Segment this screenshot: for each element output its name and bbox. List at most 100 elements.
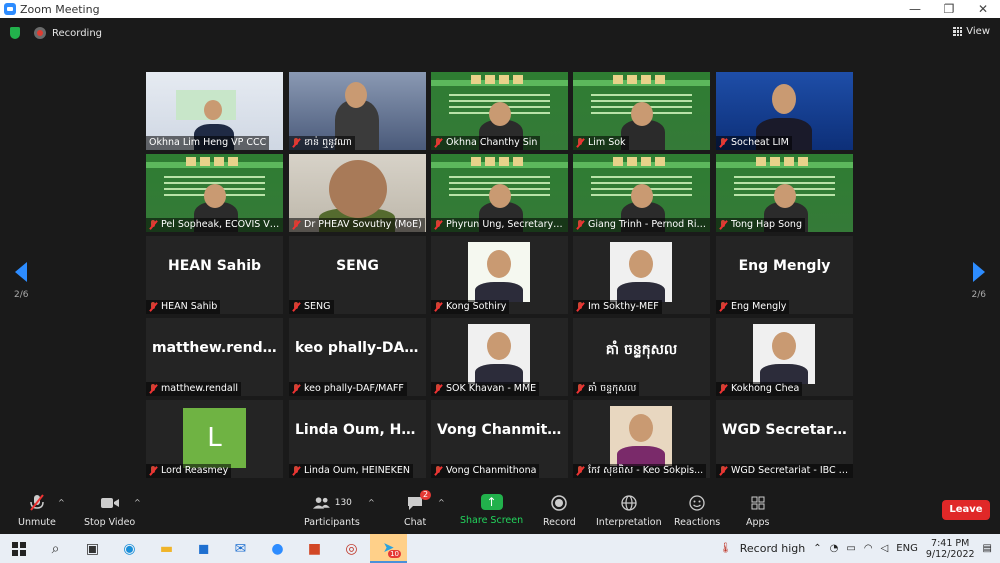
record-label: Record [543, 517, 576, 528]
mic-muted-icon [719, 138, 727, 148]
participant-tile[interactable]: Phyrun Ung, Secretary of ... [431, 154, 568, 232]
participant-tile[interactable]: Okhna Lim Heng VP CCC [146, 72, 283, 150]
participant-name: keo phally-DAF/MAFF [304, 383, 404, 394]
apps-button[interactable]: Apps [746, 494, 770, 528]
language-indicator[interactable]: ENG [896, 543, 918, 554]
participant-name: Vong Chanmithona [446, 465, 537, 476]
minimize-button[interactable]: — [898, 0, 932, 18]
weather-text[interactable]: Record high [740, 542, 805, 555]
close-button[interactable]: ✕ [966, 0, 1000, 18]
tray-chevron-icon[interactable]: ⌃ [813, 543, 821, 554]
zoom-app-icon[interactable]: ● [259, 534, 296, 563]
participant-name-label: ខាន់ ឮនូវណា [289, 136, 355, 150]
wifi-icon[interactable]: ◠ [864, 543, 873, 554]
participant-tile[interactable]: ខាន់ ឮនូវណា [289, 72, 426, 150]
video-options-caret-icon[interactable]: ^ [134, 498, 141, 507]
participant-tile[interactable]: Tong Hap Song [716, 154, 853, 232]
windows-start-icon[interactable] [0, 534, 37, 563]
participant-tile[interactable]: កែវ សុខពិស - Keo Sokpis... [573, 400, 710, 478]
participant-name: ខាន់ ឮនូវណា [304, 137, 352, 148]
chat-label: Chat [404, 517, 427, 528]
participants-caret-icon[interactable]: ^ [368, 498, 375, 507]
participant-tile[interactable]: Dr PHEAV Sovuthy (MoE) [289, 154, 426, 232]
participant-name-label: matthew.rendall [146, 382, 242, 396]
telegram-icon[interactable]: ➤ 10 [370, 534, 407, 563]
participant-tile[interactable]: Im Sokthy-MEF [573, 236, 710, 314]
network-icon[interactable]: ◔ [830, 543, 839, 554]
participant-tile[interactable]: L Lord Reasmey [146, 400, 283, 478]
participant-tile[interactable]: Okhna Chanthy Sin [431, 72, 568, 150]
participant-name-label: Dr PHEAV Sovuthy (MoE) [289, 218, 425, 232]
shield-icon[interactable] [10, 27, 20, 39]
participant-tile[interactable]: Kong Sothiry [431, 236, 568, 314]
participant-tile[interactable]: Pel Sopheak, ECOVIS VSDK [146, 154, 283, 232]
participant-tile[interactable]: Giang Trinh - Pernod Rica... [573, 154, 710, 232]
arrow-left-icon [15, 262, 28, 282]
store-icon[interactable]: ◼ [185, 534, 222, 563]
participants-button[interactable]: 130 Participants [304, 494, 360, 528]
participant-tile[interactable]: Lim Sok [573, 72, 710, 150]
task-view-icon[interactable]: ▣ [74, 534, 111, 563]
powerpoint-icon[interactable]: ■ [296, 534, 333, 563]
participant-tile[interactable]: matthew.rendall matthew.rendall [146, 318, 283, 396]
mic-muted-icon [576, 302, 584, 312]
participant-name-label: SOK Khavan - MME [431, 382, 540, 396]
participant-name-label: Okhna Lim Heng VP CCC [146, 136, 270, 150]
mic-muted-icon [434, 138, 442, 148]
smiley-icon [687, 494, 707, 512]
participant-tile[interactable]: Vong Chanmith... Vong Chanmithona [431, 400, 568, 478]
participant-tile[interactable]: HEAN Sahib HEAN Sahib [146, 236, 283, 314]
share-screen-button[interactable]: ↑ Share Screen [460, 494, 523, 526]
participant-tile[interactable]: Socheat LIM [716, 72, 853, 150]
previous-page-button[interactable]: 2/6 [14, 262, 28, 300]
participant-tile[interactable]: គាំ ចន្ទកុសល គាំ ចន្ទកុសល [573, 318, 710, 396]
view-button[interactable]: View [953, 26, 990, 37]
participant-name: Linda Oum, HEINEKEN [304, 465, 411, 476]
participant-name-label: HEAN Sahib [146, 300, 221, 314]
recorder-app-icon[interactable]: ◎ [333, 534, 370, 563]
mic-muted-icon [292, 466, 300, 476]
reactions-button[interactable]: Reactions [674, 494, 720, 528]
telegram-badge: 10 [388, 550, 401, 558]
clock[interactable]: 7:41 PM 9/12/2022 [926, 538, 975, 560]
participant-name-label: Okhna Chanthy Sin [431, 136, 541, 150]
windows-taskbar: ⌕ ▣ ◉ ▬ ◼ ✉ ● ■ ◎ ➤ 10 🌡 Record high ⌃ ◔ … [0, 534, 1000, 563]
chat-icon: 2 [405, 490, 432, 512]
leave-button[interactable]: Leave [942, 500, 990, 520]
chat-caret-icon[interactable]: ^ [438, 498, 445, 507]
edge-browser-icon[interactable]: ◉ [111, 534, 148, 563]
mail-icon[interactable]: ✉ [222, 534, 259, 563]
participant-tile[interactable]: SENG SENG [289, 236, 426, 314]
audio-options-caret-icon[interactable]: ^ [58, 498, 65, 507]
participant-tile[interactable]: Kokhong Chea [716, 318, 853, 396]
mic-muted-icon [434, 302, 442, 312]
participant-name-label: Eng Mengly [716, 300, 790, 314]
system-tray: 🌡 Record high ⌃ ◔ ▭ ◠ ◁ ENG 7:41 PM 9/12… [719, 534, 1000, 563]
notifications-icon[interactable]: ▤ [983, 543, 992, 554]
next-page-button[interactable]: 2/6 [972, 262, 986, 300]
battery-icon[interactable]: ▭ [846, 543, 855, 554]
stop-video-button[interactable]: Stop Video [84, 494, 135, 528]
record-button[interactable]: Record [543, 494, 576, 528]
file-explorer-icon[interactable]: ▬ [148, 534, 185, 563]
chat-button[interactable]: 2 Chat [404, 490, 432, 528]
search-icon[interactable]: ⌕ [37, 534, 74, 563]
mic-muted-icon [292, 220, 300, 230]
participant-name-label: Pel Sopheak, ECOVIS VSDK [146, 218, 283, 232]
participant-tile[interactable]: SOK Khavan - MME [431, 318, 568, 396]
participants-label: Participants [304, 517, 360, 528]
interpretation-button[interactable]: Interpretation [596, 494, 662, 528]
participant-tile[interactable]: keo phally-DAF... keo phally-DAF/MAFF [289, 318, 426, 396]
share-screen-label: Share Screen [460, 515, 524, 526]
maximize-button[interactable]: ❐ [932, 0, 966, 18]
participant-name: គាំ ចន្ទកុសល [588, 383, 637, 394]
unmute-button[interactable]: Unmute [18, 494, 56, 528]
participant-display-name: matthew.rendall [152, 340, 282, 356]
participant-tile[interactable]: WGD Secretaria... WGD Secretariat - IBC -… [716, 400, 853, 478]
participant-name-label: Phyrun Ung, Secretary of ... [431, 218, 568, 232]
participant-name: matthew.rendall [161, 383, 239, 394]
volume-icon[interactable]: ◁ [881, 543, 889, 554]
participant-name: Tong Hap Song [731, 219, 802, 230]
participant-tile[interactable]: Linda Oum, HEI... Linda Oum, HEINEKEN [289, 400, 426, 478]
participant-tile[interactable]: Eng Mengly Eng Mengly [716, 236, 853, 314]
